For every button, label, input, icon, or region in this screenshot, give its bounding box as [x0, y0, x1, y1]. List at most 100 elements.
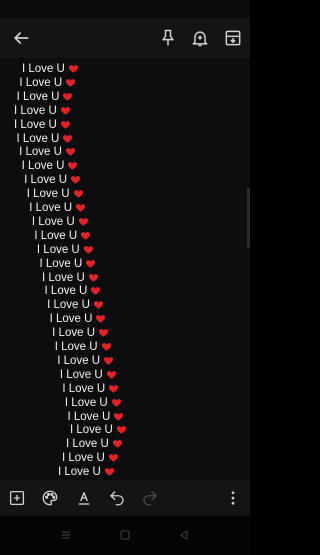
- note-line-text: I Love U: [66, 438, 109, 451]
- note-line: I Love U: [52, 326, 109, 340]
- bell-plus-icon: [192, 31, 208, 47]
- text-format-icon: [78, 492, 90, 505]
- note-line: I Love U: [55, 340, 112, 354]
- note-line-text: I Love U: [62, 452, 105, 465]
- note-line-text: I Love U: [49, 313, 93, 326]
- undo-icon: [110, 491, 124, 506]
- note-line: I Love U: [67, 410, 124, 424]
- heart-icon: [113, 411, 124, 422]
- heart-icon: [60, 105, 71, 116]
- palette-icon: [42, 490, 58, 506]
- heart-icon: [60, 119, 71, 130]
- note-line: I Love U: [66, 437, 123, 451]
- text-format-button[interactable]: [75, 489, 93, 507]
- note-line-text: I Love U: [42, 271, 85, 284]
- redo-icon: [143, 491, 157, 506]
- note-line: I Love U: [47, 298, 104, 312]
- note-line-text: I Love U: [26, 188, 70, 201]
- heart-icon: [62, 133, 73, 144]
- heart-icon: [73, 188, 84, 199]
- heart-icon: [68, 63, 79, 74]
- heart-icon: [106, 369, 117, 380]
- note-line: I Love U: [19, 76, 76, 90]
- home-icon: [120, 530, 130, 540]
- note-line-text: I Love U: [16, 132, 60, 145]
- note-line: I Love U: [27, 187, 84, 201]
- note-line-text: I Love U: [57, 354, 101, 367]
- note-line: I Love U: [24, 173, 81, 187]
- menu-icon: [61, 531, 71, 539]
- note-line-text: I Love U: [64, 396, 108, 409]
- archive-button[interactable]: [223, 28, 243, 48]
- heart-icon: [62, 91, 73, 102]
- heart-icon: [111, 397, 122, 408]
- note-line-text: I Love U: [16, 90, 60, 103]
- pin-button[interactable]: [158, 28, 178, 48]
- note-line: I Love U: [22, 62, 79, 76]
- reminder-button[interactable]: [190, 28, 210, 48]
- note-line: I Love U: [70, 423, 127, 437]
- heart-icon: [78, 216, 89, 227]
- note-line-text: I Love U: [14, 118, 57, 131]
- heart-icon: [90, 285, 101, 296]
- heart-icon: [98, 327, 109, 338]
- note-line: I Love U: [62, 451, 119, 465]
- heart-icon: [104, 466, 115, 477]
- heart-icon: [83, 244, 94, 255]
- heart-icon: [85, 258, 96, 269]
- add-button[interactable]: [8, 489, 26, 507]
- redo-button[interactable]: [141, 489, 159, 507]
- nav-home-button[interactable]: [118, 528, 132, 542]
- heart-icon: [95, 313, 106, 324]
- note-line-text: I Love U: [31, 215, 75, 228]
- back-button[interactable]: [11, 28, 31, 48]
- note-line-text: I Love U: [24, 174, 67, 187]
- note-line: I Love U: [39, 257, 96, 271]
- heart-icon: [116, 424, 127, 435]
- undo-button[interactable]: [108, 489, 126, 507]
- note-line: I Love U: [65, 396, 122, 410]
- add-box-icon: [9, 490, 25, 506]
- note-line: I Love U: [14, 104, 71, 118]
- system-nav-bar: [0, 516, 250, 555]
- heart-icon: [67, 160, 78, 171]
- scrollbar[interactable]: [247, 188, 250, 248]
- back-triangle-icon: [180, 530, 188, 540]
- note-line-text: I Love U: [70, 424, 113, 437]
- note-line: I Love U: [45, 284, 102, 298]
- more-options-button[interactable]: [224, 489, 242, 507]
- heart-icon: [65, 146, 76, 157]
- heart-icon: [103, 355, 114, 366]
- heart-icon: [93, 299, 104, 310]
- heart-icon: [112, 438, 123, 449]
- note-line-text: I Love U: [59, 368, 103, 381]
- note-line-text: I Love U: [36, 243, 80, 256]
- note-line: I Love U: [50, 312, 107, 326]
- palette-button[interactable]: [41, 489, 59, 507]
- note-line-text: I Love U: [34, 229, 78, 242]
- heart-icon: [65, 77, 76, 88]
- heart-icon: [108, 383, 119, 394]
- status-bar: [0, 0, 250, 18]
- note-line: I Love U: [34, 229, 91, 243]
- note-line-text: I Love U: [52, 327, 95, 340]
- note-line: I Love U: [60, 368, 117, 382]
- pin-icon: [162, 29, 174, 46]
- note-line-text: I Love U: [54, 341, 98, 353]
- note-line-text: I Love U: [47, 299, 90, 312]
- heart-icon: [75, 202, 86, 213]
- more-vert-icon: [231, 491, 235, 505]
- note-body[interactable]: I Love UI Love UI Love UI Love UI Love U…: [0, 58, 250, 480]
- note-line-text: I Love U: [14, 104, 57, 117]
- note-line: I Love U: [17, 90, 74, 104]
- note-line: I Love U: [42, 271, 99, 285]
- nav-recents-button[interactable]: [59, 528, 73, 542]
- note-line-text: I Love U: [62, 382, 106, 395]
- heart-icon: [70, 174, 81, 185]
- nav-back-button[interactable]: [177, 528, 191, 542]
- note-line: I Love U: [37, 243, 94, 257]
- note-line-text: I Love U: [22, 63, 65, 75]
- archive-icon: [225, 30, 241, 46]
- note-line-text: I Love U: [39, 257, 83, 270]
- arrow-left-icon: [14, 32, 29, 44]
